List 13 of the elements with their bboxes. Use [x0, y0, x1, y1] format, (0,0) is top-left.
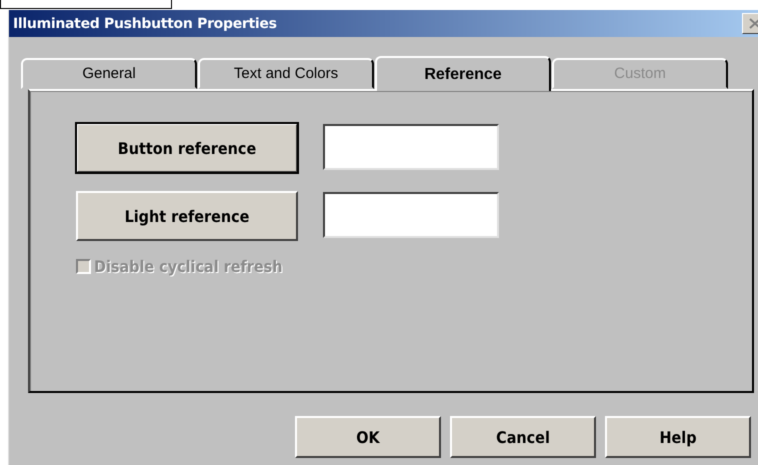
dialog-button[interactable]: OK — [295, 416, 441, 458]
close-icon — [749, 18, 758, 29]
tab[interactable]: Text and Colors — [198, 58, 374, 89]
reference-field[interactable] — [323, 124, 499, 170]
dialog-button[interactable]: Help — [605, 416, 751, 458]
reference-button[interactable]: Button reference — [76, 123, 298, 173]
window-title: Illuminated Pushbutton Properties — [13, 16, 277, 32]
reference-button[interactable]: Light reference — [76, 191, 298, 241]
tab[interactable]: Reference — [375, 56, 551, 91]
tab[interactable]: General — [21, 58, 197, 89]
dialog-button[interactable]: Cancel — [450, 416, 596, 458]
reference-field[interactable] — [323, 192, 499, 238]
checkbox-label: Disable cyclical refresh — [94, 257, 282, 276]
